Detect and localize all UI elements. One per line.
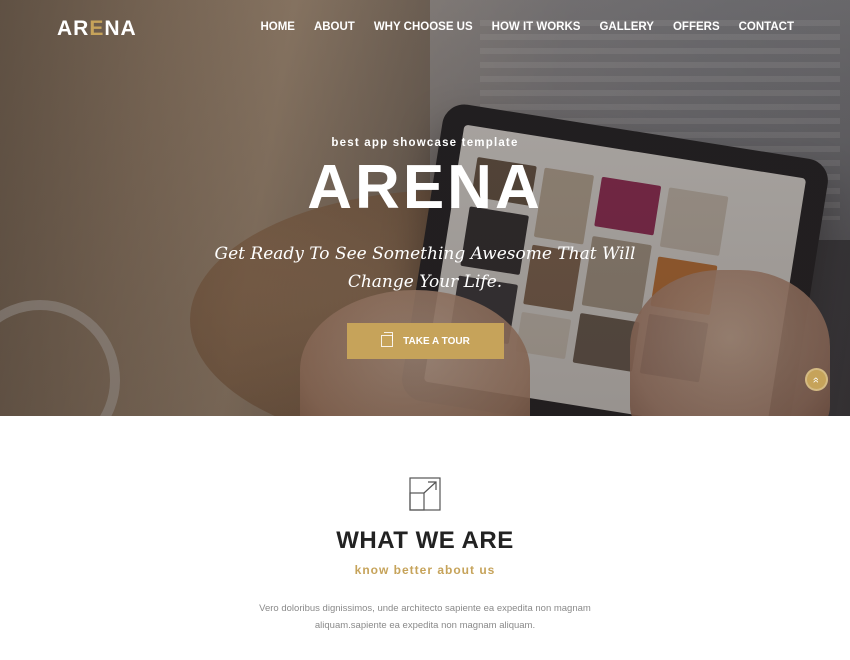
section-title: WHAT WE ARE: [336, 527, 514, 554]
nav-home[interactable]: HOME: [260, 21, 295, 33]
section-subtitle: know better about us: [354, 563, 496, 577]
logo-text-prefix: AR: [57, 17, 90, 40]
scroll-to-top-button[interactable]: »: [805, 368, 828, 391]
main-nav: HOME ABOUT WHY CHOOSE US HOW IT WORKS GA…: [241, 21, 794, 33]
logo-text-accent: E: [89, 17, 105, 40]
expand-arrow-icon: [409, 477, 441, 511]
hero-tagline: Get Ready To See Something Awesome That …: [214, 244, 636, 292]
hero-section: ARENA HOME ABOUT WHY CHOOSE US HOW IT WO…: [0, 0, 850, 416]
double-chevron-up-icon: »: [810, 376, 823, 383]
nav-contact[interactable]: CONTACT: [739, 21, 794, 33]
section-description: Vero doloribus dignissimos, unde archite…: [259, 603, 591, 631]
nav-gallery[interactable]: GALLERY: [599, 21, 654, 33]
nav-about[interactable]: ABOUT: [314, 21, 355, 33]
hero-title: ARENA: [307, 153, 543, 222]
external-link-icon: [381, 332, 394, 347]
site-logo[interactable]: ARENA: [57, 17, 137, 41]
logo-text-suffix: NA: [104, 17, 137, 40]
hero-kicker: best app showcase template: [331, 137, 519, 149]
nav-how-it-works[interactable]: HOW IT WORKS: [492, 21, 581, 33]
take-a-tour-label: TAKE A TOUR: [403, 335, 470, 347]
nav-offers[interactable]: OFFERS: [673, 21, 720, 33]
take-a-tour-button[interactable]: TAKE A TOUR: [347, 323, 504, 359]
nav-why-choose-us[interactable]: WHY CHOOSE US: [374, 21, 473, 33]
